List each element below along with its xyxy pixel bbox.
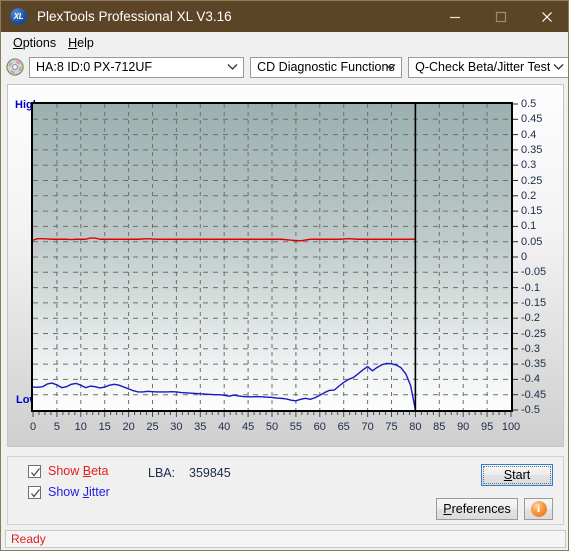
show-jitter-label: Show Jitter: [48, 485, 110, 499]
info-button[interactable]: i: [524, 498, 553, 520]
window-title: PlexTools Professional XL V3.16: [37, 9, 232, 24]
y-axis-minor-ticks: [513, 103, 518, 411]
x-tick-label: 0: [29, 421, 37, 433]
function-select[interactable]: CD Diagnostic Functions: [250, 56, 403, 78]
y-tick-label: -0.5: [521, 404, 540, 416]
cd-disc-icon: [6, 58, 24, 76]
title-bar: XL PlexTools Professional XL V3.16: [1, 1, 568, 32]
x-tick-label: 45: [241, 421, 255, 433]
x-tick-label: 100: [501, 421, 521, 433]
plot-series: [33, 104, 511, 410]
x-tick-label: 75: [385, 421, 398, 433]
x-tick-label: 5: [53, 421, 60, 433]
y-tick-label: -0.25: [521, 327, 547, 340]
test-select[interactable]: Q-Check Beta/Jitter Test: [408, 56, 568, 78]
function-select-value: CD Diagnostic Functions: [257, 60, 395, 74]
y-tick-label: -0.35: [521, 358, 547, 371]
x-tick-label: 60: [313, 421, 326, 433]
y-tick-label: 0.35: [521, 143, 543, 156]
window-controls: [432, 1, 568, 32]
show-jitter-row[interactable]: Show Jitter: [28, 485, 110, 499]
y-tick-label: 0: [521, 251, 528, 263]
x-axis-minor-ticks: [32, 412, 512, 417]
close-icon[interactable]: [524, 1, 568, 32]
preferences-button-label: Preferences: [443, 502, 511, 516]
x-axis-tick-labels: 0 5 10 15 20 25 30 35 40 45 50 55 60 65 70 75 80 85 90 95 10…: [29, 421, 520, 435]
menu-item-help[interactable]: Help: [63, 34, 101, 52]
test-select-value: Q-Check Beta/Jitter Test: [415, 60, 551, 74]
x-tick-label: 15: [98, 421, 111, 433]
x-tick-label: 20: [122, 421, 135, 433]
y-tick-label: -0.1: [521, 281, 540, 294]
lba-value: 359845: [189, 466, 231, 480]
y-tick-label: -0.15: [521, 296, 547, 309]
y-tick-label: -0.2: [521, 312, 540, 325]
show-beta-label: Show Beta: [48, 464, 109, 478]
menu-item-options-label: ptions: [22, 35, 57, 50]
x-tick-label: 55: [289, 421, 303, 433]
info-icon: i: [530, 501, 547, 517]
x-tick-label: 80: [409, 421, 422, 433]
x-tick-label: 30: [170, 421, 183, 433]
status-bar: Ready: [5, 530, 566, 548]
y-tick-label: 0.45: [521, 113, 543, 126]
y-tick-label: 0.25: [521, 174, 543, 187]
minimize-icon[interactable]: [432, 1, 478, 32]
x-tick-label: 10: [74, 421, 87, 433]
show-beta-checkbox[interactable]: [28, 464, 41, 478]
chevron-down-icon: [227, 58, 238, 77]
show-beta-row[interactable]: Show Beta: [28, 464, 108, 478]
y-axis-tick-labels: 0.5 0.45 0.4 0.35 0.3 0.25 0.2 0.15 0.1 0.05 0 -0.0…: [517, 98, 563, 418]
maximize-icon[interactable]: [478, 1, 524, 32]
lba-label: LBA:: [148, 466, 176, 480]
y-tick-label: 0.4: [521, 128, 537, 141]
x-tick-label: 65: [337, 421, 350, 433]
y-tick-label: 0.05: [521, 235, 543, 248]
chevron-down-icon: [553, 58, 564, 77]
preferences-button[interactable]: Preferences: [436, 498, 518, 520]
x-tick-label: 90: [457, 421, 470, 433]
chart-panel: High Low 0.5 0.45 0.4 0.35 0.3 0.25 0.2 0.15 0.1…: [7, 84, 564, 447]
chevron-down-icon: [385, 58, 396, 77]
drive-select[interactable]: HA:8 ID:0 PX-712UF: [29, 56, 245, 78]
menu-item-help-label: elp: [77, 35, 94, 50]
y-tick-label: 0.2: [521, 189, 537, 202]
x-tick-label: 85: [433, 421, 446, 433]
plextools-window: XL PlexTools Professional XL V3.16 Optio…: [0, 0, 569, 551]
x-tick-label: 35: [194, 421, 207, 433]
x-tick-label: 25: [146, 421, 159, 433]
start-button-label: Start: [503, 468, 531, 482]
y-tick-label: 0.5: [521, 98, 537, 110]
y-tick-label: 0.3: [521, 159, 537, 172]
drive-select-value: HA:8 ID:0 PX-712UF: [36, 60, 153, 74]
status-text: Ready: [11, 532, 46, 546]
y-tick-label: -0.3: [521, 342, 540, 355]
y-tick-label: 0.1: [521, 220, 537, 233]
xl-disc-icon: XL: [10, 8, 27, 25]
y-tick-label: -0.05: [521, 266, 547, 279]
controls-panel: Show Beta Show Jitter LBA: 359845 Start …: [7, 456, 564, 525]
x-tick-label: 50: [265, 421, 279, 433]
info-icon-glyph: i: [536, 503, 541, 515]
y-tick-label: 0.15: [521, 205, 543, 218]
x-tick-label: 95: [480, 421, 494, 433]
y-tick-label: -0.4: [521, 373, 540, 386]
y-tick-label: -0.45: [521, 388, 547, 401]
toolbar: HA:8 ID:0 PX-712UF CD Diagnostic Functio…: [1, 53, 568, 81]
x-tick-label: 40: [218, 421, 231, 433]
x-tick-label: 70: [361, 421, 374, 433]
menu-bar: Options Help: [1, 32, 568, 53]
plot-area[interactable]: [31, 102, 513, 412]
start-button[interactable]: Start: [481, 464, 553, 486]
show-jitter-checkbox[interactable]: [28, 485, 41, 499]
menu-item-options[interactable]: Options: [8, 34, 63, 52]
